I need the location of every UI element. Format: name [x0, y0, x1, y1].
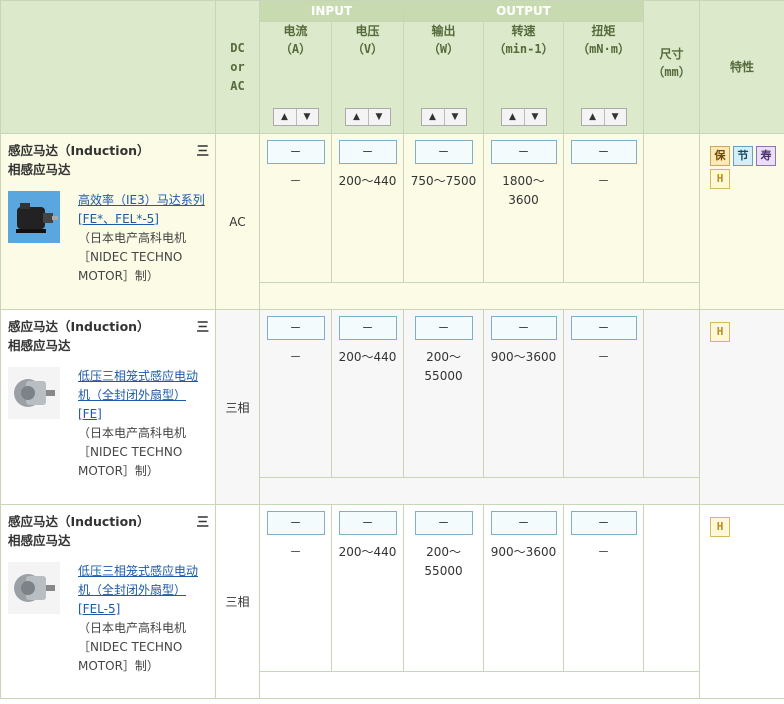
current-filter-input[interactable]: － [266, 140, 325, 164]
features-cell: H [699, 309, 784, 505]
sort-speed: ▲ ▼ [500, 108, 547, 126]
size-cell [643, 309, 701, 478]
category-label: 感应马达（Induction） [8, 514, 150, 529]
speed-cell: － 900～3600 [483, 309, 565, 478]
model-link[interactable]: [FEL-5] [78, 600, 209, 619]
speed-filter-input[interactable]: － [490, 511, 557, 535]
voltage-cell: － 200～440 [330, 309, 405, 478]
current-cell: －－ [259, 309, 332, 478]
torque-filter-input[interactable]: － [570, 140, 637, 164]
sort-asc-icon[interactable]: ▲ [422, 109, 444, 125]
voltage-filter-input[interactable]: － [338, 316, 397, 340]
voltage-filter-input[interactable]: － [338, 511, 397, 535]
speed-cell: － 900～3600 [483, 504, 565, 672]
table-row: 感应马达（Induction）三 相感应马达 低压三相笼式感应电动机（全封闭外扇… [0, 504, 784, 699]
energy-saving-badge: 保 [710, 146, 731, 166]
header-product [0, 0, 216, 134]
category-label-2: 相感应马达 [8, 162, 71, 177]
speed-cell: － 1800～3600 [483, 133, 565, 283]
header-features: 特性 [699, 0, 784, 134]
sort-torque: ▲ ▼ [580, 108, 627, 126]
maker-text: （日本电产高科电机［NIDEC TECHNO MOTOR］制） [78, 621, 187, 673]
product-cell: 感应马达（Induction）三 相感应马达 低压三相笼式感应电动机（全封闭外扇… [0, 309, 216, 505]
motor-photo[interactable] [8, 562, 60, 614]
sort-asc-icon[interactable]: ▲ [274, 109, 296, 125]
long-life-badge: 寿 [756, 146, 777, 166]
category-label: 感应马达（Induction） [8, 143, 150, 158]
sort-desc-icon[interactable]: ▼ [523, 109, 546, 125]
output-cell: － 200～55000 [403, 309, 485, 478]
size-cell [643, 133, 701, 283]
sort-asc-icon[interactable]: ▲ [346, 109, 368, 125]
category-label-2: 相感应马达 [8, 533, 71, 548]
product-link[interactable]: 低压三相笼式感应电动机（全封闭外扇型） [78, 367, 209, 405]
spec-table-container: DC or AC INPUT OUTPUT 尺寸 （mm） 特性 电流 （A） … [0, 0, 784, 704]
product-cell: 感应马达（Induction）三 相感应马达 低压三相笼式感应电动机（全封闭外扇… [0, 504, 216, 699]
category-label-2: 相感应马达 [8, 338, 71, 353]
spec-table: DC or AC INPUT OUTPUT 尺寸 （mm） 特性 电流 （A） … [0, 0, 784, 699]
header-output: 输出 （W） ▲ ▼ [403, 21, 485, 134]
torque-cell: －－ [563, 504, 645, 672]
dc-ac-cell: AC [215, 133, 260, 310]
torque-filter-input[interactable]: － [570, 316, 637, 340]
product-link[interactable]: 低压三相笼式感应电动机（全封闭外扇型） [78, 562, 209, 600]
current-filter-input[interactable]: － [266, 511, 325, 535]
saving-badge: 节 [733, 146, 754, 166]
voltage-cell: － 200～440 [330, 504, 405, 672]
sort-desc-icon[interactable]: ▼ [367, 109, 390, 125]
header-voltage: 电压 （V） ▲ ▼ [330, 21, 405, 134]
sort-output: ▲ ▼ [420, 108, 467, 126]
table-row: 感应马达（Induction）三 相感应马达 高效率（IE3）马达系列 [FE*… [0, 133, 784, 310]
sort-desc-icon[interactable]: ▼ [443, 109, 466, 125]
voltage-cell: － 200～440 [330, 133, 405, 283]
h-class-badge: H [710, 322, 731, 342]
model-link[interactable]: [FE] [78, 405, 209, 424]
header-current: 电流 （A） ▲ ▼ [259, 21, 332, 134]
model-link[interactable]: [FE*、FEL*-5] [78, 210, 209, 229]
category-label: 感应马达（Induction） [8, 319, 150, 334]
speed-filter-input[interactable]: － [490, 316, 557, 340]
output-filter-input[interactable]: － [414, 140, 473, 164]
sort-desc-icon[interactable]: ▼ [603, 109, 626, 125]
sort-asc-icon[interactable]: ▲ [502, 109, 524, 125]
dc-ac-cell: 三相 [215, 309, 260, 505]
speed-filter-input[interactable]: － [490, 140, 557, 164]
product-cell: 感应马达（Induction）三 相感应马达 高效率（IE3）马达系列 [FE*… [0, 133, 216, 310]
sort-current: ▲ ▼ [272, 108, 319, 126]
sort-desc-icon[interactable]: ▼ [295, 109, 318, 125]
voltage-filter-input[interactable]: － [338, 140, 397, 164]
table-row: 感应马达（Induction）三 相感应马达 低压三相笼式感应电动机（全封闭外扇… [0, 309, 784, 505]
current-filter-input[interactable]: － [266, 316, 325, 340]
header-size: 尺寸 （mm） [643, 0, 701, 134]
maker-text: （日本电产高科电机［NIDEC TECHNO MOTOR］制） [78, 231, 187, 283]
torque-filter-input[interactable]: － [570, 511, 637, 535]
torque-cell: －－ [563, 309, 645, 478]
maker-text: （日本电产高科电机［NIDEC TECHNO MOTOR］制） [78, 426, 187, 478]
product-link[interactable]: 高效率（IE3）马达系列 [78, 191, 209, 210]
features-cell: H [699, 504, 784, 699]
h-class-badge: H [710, 169, 731, 189]
header-speed: 转速 （min-1） ▲ ▼ [483, 21, 565, 134]
output-filter-input[interactable]: － [414, 316, 473, 340]
sort-voltage: ▲ ▼ [344, 108, 391, 126]
motor-photo[interactable] [8, 367, 60, 419]
current-cell: －－ [259, 504, 332, 672]
header-torque: 扭矩 （mN·m） ▲ ▼ [563, 21, 645, 134]
header-input-group: INPUT [258, 0, 405, 22]
current-cell: －－ [259, 133, 332, 283]
features-cell: 保 节 寿 H [699, 133, 784, 310]
sort-asc-icon[interactable]: ▲ [582, 109, 604, 125]
output-filter-input[interactable]: － [414, 511, 473, 535]
output-cell: － 750～7500 [403, 133, 485, 283]
size-cell [643, 504, 701, 672]
dc-ac-cell: 三相 [215, 504, 260, 699]
header-output-group: OUTPUT [403, 0, 645, 22]
output-cell: － 200～55000 [403, 504, 485, 672]
h-class-badge: H [710, 517, 731, 537]
torque-cell: －－ [563, 133, 645, 283]
motor-photo[interactable] [8, 191, 60, 243]
header-dc-ac: DC or AC [215, 0, 260, 134]
